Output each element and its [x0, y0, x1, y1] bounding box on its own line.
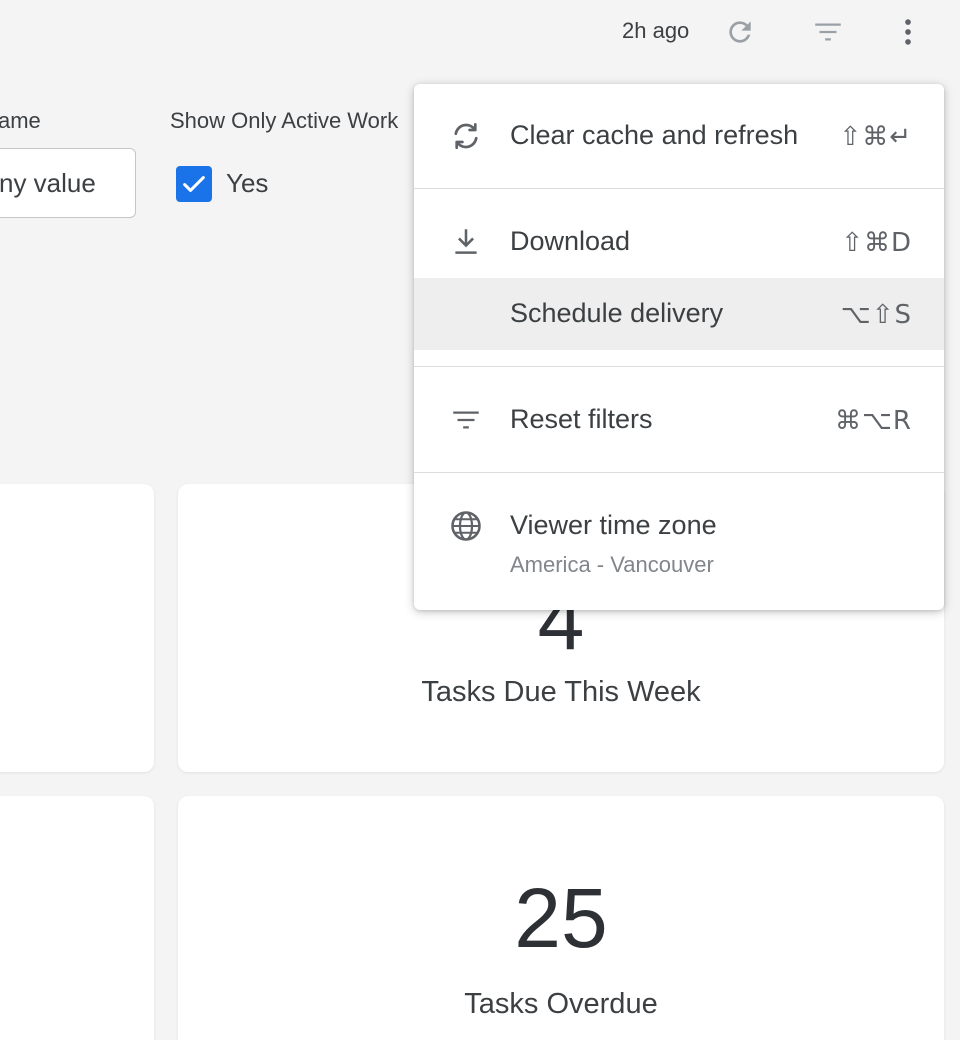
menu-item-clear-cache[interactable]: Clear cache and refresh ⇧⌘↵	[414, 100, 944, 172]
name-filter-value: ny value	[0, 167, 96, 198]
tasks-due-label: Tasks Due This Week	[421, 676, 701, 708]
last-updated-text: 2h ago	[622, 18, 690, 43]
active-workers-checkbox-label: Yes	[226, 168, 269, 198]
menu-divider	[414, 366, 944, 367]
name-filter-label: ame	[0, 108, 41, 133]
globe-icon	[444, 508, 488, 544]
menu-item-shortcut: ⇧⌘D	[841, 228, 912, 258]
filter-icon	[444, 402, 488, 438]
menu-item-label: Viewer time zone	[510, 510, 717, 540]
tasks-overdue-label: Tasks Overdue	[464, 988, 658, 1020]
filter-icon[interactable]	[808, 12, 848, 52]
menu-item-shortcut: ⌥⇧S	[840, 300, 912, 330]
sync-icon	[444, 118, 488, 154]
menu-item-schedule-delivery[interactable]: Schedule delivery ⌥⇧S	[414, 278, 944, 350]
card-left-bottom	[0, 796, 154, 1040]
dashboard-page: 2h ago ame ny value Show Only Active Wor…	[0, 0, 960, 1040]
refresh-icon[interactable]	[720, 12, 760, 52]
menu-item-viewer-time-zone[interactable]: Viewer time zone America - Vancouver	[414, 490, 944, 600]
name-filter-input[interactable]: ny value	[0, 148, 136, 218]
time-zone-value: America - Vancouver	[510, 552, 714, 577]
menu-item-label: Reset filters	[510, 404, 653, 434]
active-workers-checkbox[interactable]	[176, 166, 212, 202]
active-workers-filter-label: Show Only Active Work	[170, 108, 399, 133]
menu-item-label: Clear cache and refresh	[510, 120, 799, 150]
check-icon	[183, 176, 205, 192]
card-left-top	[0, 484, 154, 772]
menu-item-shortcut: ⌘⌥R	[834, 406, 912, 436]
more-vert-icon[interactable]	[888, 12, 928, 52]
menu-divider	[414, 472, 944, 473]
dashboard-options-menu: Clear cache and refresh ⇧⌘↵ Download ⇧⌘D…	[414, 84, 944, 610]
menu-item-label: Schedule delivery	[510, 298, 724, 328]
tasks-overdue-value: 25	[514, 871, 608, 965]
tasks-overdue-card: 25 Tasks Overdue	[178, 796, 944, 1040]
menu-item-shortcut: ⇧⌘↵	[839, 122, 912, 152]
menu-item-reset-filters[interactable]: Reset filters ⌘⌥R	[414, 384, 944, 456]
menu-item-label: Download	[510, 226, 631, 256]
menu-item-download[interactable]: Download ⇧⌘D	[414, 206, 944, 278]
download-icon	[444, 224, 488, 260]
menu-divider	[414, 188, 944, 189]
